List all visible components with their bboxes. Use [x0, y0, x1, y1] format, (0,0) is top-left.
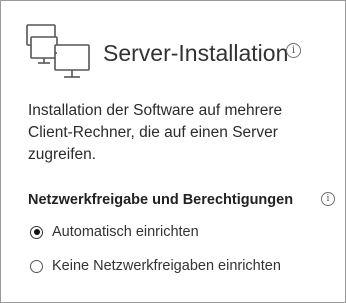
radio-button-checked[interactable] [30, 225, 43, 239]
section-title: Netzwerkfreigabe und Berechtigungen [28, 192, 294, 208]
description-text: Installation der Software auf mehrere Cl… [28, 102, 283, 163]
page-title: Server-Installation [103, 40, 289, 66]
radio-button-unchecked[interactable] [30, 259, 43, 273]
radio-option-automatic[interactable]: Automatisch einrichten [30, 223, 199, 241]
info-icon[interactable]: i [286, 43, 301, 58]
radio-option-none[interactable]: Keine Netzwerkfreigaben einrichten [30, 257, 281, 275]
radio-label: Automatisch einrichten [52, 224, 199, 240]
header-icon-container [25, 23, 93, 85]
server-installation-panel: Server-Installation i Installation der S… [0, 0, 346, 303]
radio-label: Keine Netzwerkfreigaben einrichten [52, 258, 281, 274]
section-info-icon[interactable]: i [321, 192, 335, 206]
computers-network-icon [26, 24, 90, 78]
